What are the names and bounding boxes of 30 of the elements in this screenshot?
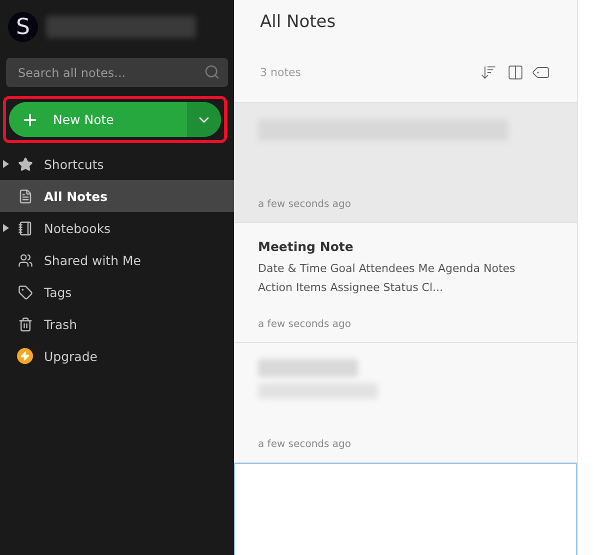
avatar[interactable]: S [8, 12, 38, 42]
sidebar-item[interactable]: Shortcuts [0, 148, 234, 180]
tag-icon [18, 284, 32, 300]
star-icon [18, 156, 32, 172]
tag-button[interactable] [534, 64, 551, 81]
note-time: a few seconds ago [258, 439, 352, 450]
expand-caret-icon[interactable] [3, 160, 9, 168]
sidebar-item[interactable]: Tags [0, 276, 234, 308]
sidebar-item[interactable]: Shared with Me [0, 244, 234, 276]
people-icon [18, 252, 32, 268]
sidebar-item[interactable]: Upgrade [0, 340, 234, 372]
expand-caret-icon[interactable] [3, 224, 9, 232]
note-snippet: Date & Time Goal Attendees Me Agenda Notes Action Items Assignee Status Cl... [258, 261, 516, 296]
dropdown-button[interactable] [187, 102, 221, 137]
trash-icon [18, 316, 32, 332]
note-title: Meeting Note [258, 239, 354, 254]
list-title: All Notes [260, 12, 337, 32]
note-time: a few seconds ago [258, 319, 352, 330]
sidebar-item[interactable]: Notebooks [0, 212, 234, 244]
note-count: 3 notes [260, 66, 302, 79]
note-time: a few seconds ago [258, 199, 352, 210]
lightning-icon [17, 348, 33, 364]
search-field[interactable]: Search all notes... [6, 58, 228, 87]
notebook-icon [18, 220, 32, 236]
view-button[interactable] [507, 64, 524, 81]
note-icon [18, 188, 32, 204]
sidebar-item[interactable]: All Notes [0, 180, 234, 212]
search-icon [204, 64, 220, 80]
sidebar-item[interactable]: Trash [0, 308, 234, 340]
sort-button[interactable] [480, 64, 497, 81]
